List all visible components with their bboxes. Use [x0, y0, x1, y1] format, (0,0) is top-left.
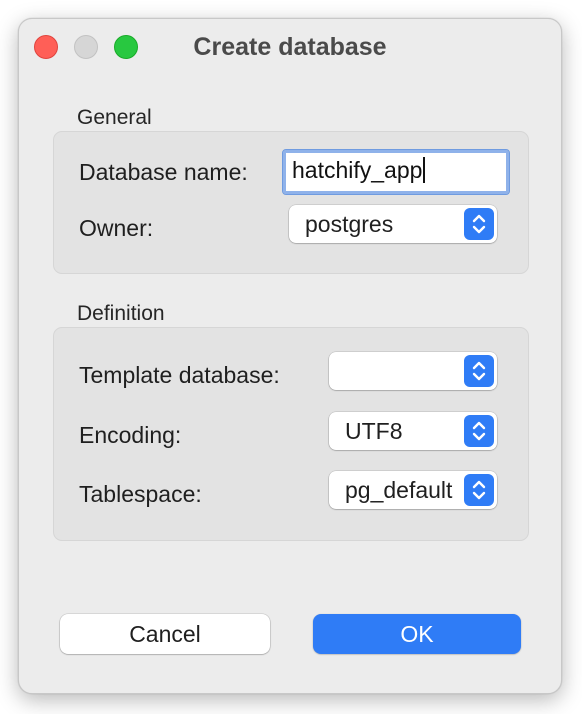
encoding-label: Encoding:: [79, 422, 182, 448]
tablespace-select-value: pg_default: [345, 477, 453, 503]
encoding-select[interactable]: UTF8: [329, 412, 497, 450]
encoding-select-value: UTF8: [345, 418, 403, 444]
template-database-select[interactable]: [329, 352, 497, 390]
chevron-up-down-icon: [464, 208, 494, 240]
tablespace-select[interactable]: pg_default: [329, 471, 497, 509]
database-name-input[interactable]: hatchify_app: [282, 149, 510, 195]
owner-label: Owner:: [79, 215, 154, 241]
ok-button[interactable]: OK: [313, 614, 521, 654]
tablespace-label: Tablespace:: [79, 481, 202, 507]
window-title: Create database: [193, 33, 387, 61]
definition-section-label: Definition: [77, 302, 165, 325]
chevron-up-down-icon: [464, 415, 494, 447]
template-database-label: Template database:: [79, 362, 280, 388]
database-name-value: hatchify_app: [292, 157, 423, 183]
general-section-label: General: [77, 106, 152, 129]
chevron-up-down-icon: [464, 474, 494, 506]
create-database-dialog: Create database General Database name: h…: [18, 18, 562, 694]
cancel-button[interactable]: Cancel: [60, 614, 270, 654]
owner-select[interactable]: postgres: [289, 205, 497, 243]
owner-select-value: postgres: [305, 211, 394, 237]
database-name-label: Database name:: [79, 159, 248, 185]
text-caret: [423, 157, 426, 183]
chevron-up-down-icon: [464, 355, 494, 387]
